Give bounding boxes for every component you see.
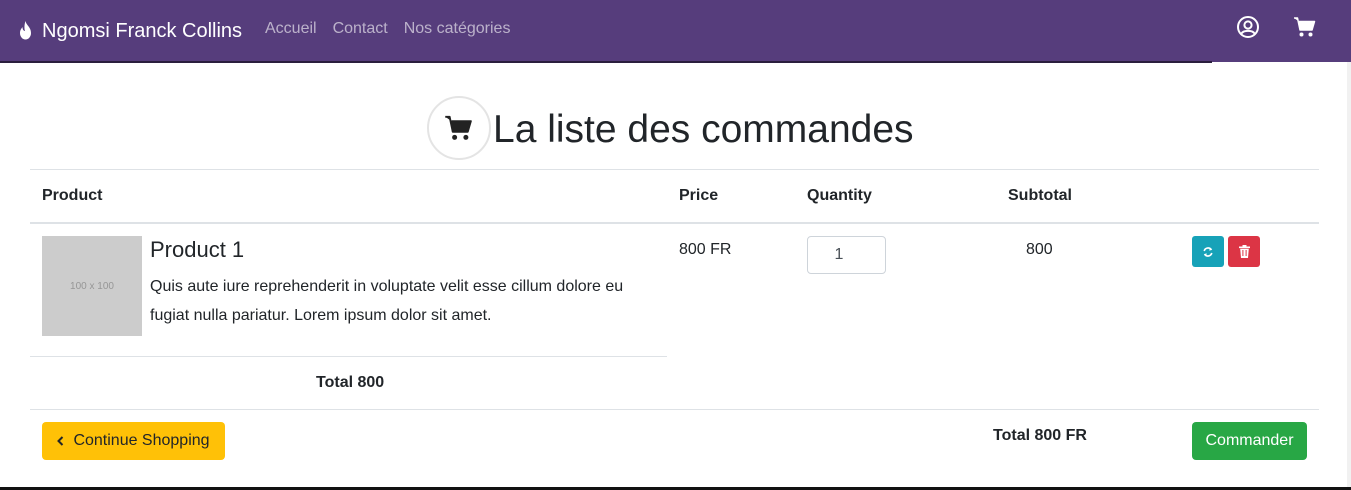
continue-shopping-button[interactable]: Continue Shopping: [42, 422, 225, 460]
product-price: 800 FR: [679, 241, 732, 258]
refresh-button[interactable]: [1192, 236, 1224, 267]
order-button[interactable]: Commander: [1192, 422, 1307, 460]
product-subtotal: 800: [1026, 241, 1053, 258]
flame-icon: [20, 21, 31, 40]
brand[interactable]: Ngomsi Franck Collins: [17, 17, 242, 45]
page-heading: La liste des commandes: [427, 96, 914, 160]
nav-link-categories[interactable]: Nos catégories: [404, 20, 511, 38]
quantity-input[interactable]: [807, 236, 886, 274]
product-name: Product 1: [150, 237, 245, 262]
header-quantity: Quantity: [807, 187, 872, 204]
trash-icon: [1238, 245, 1250, 258]
chevron-left-icon: [57, 436, 64, 446]
product-thumbnail: 100 x 100: [42, 236, 142, 336]
nav-link-accueil[interactable]: Accueil: [265, 20, 317, 38]
cart-badge: [427, 96, 491, 160]
delete-button[interactable]: [1228, 236, 1260, 267]
shopping-cart-icon[interactable]: [1293, 15, 1317, 39]
product-description: Quis aute iure reprehenderit in voluptat…: [150, 278, 624, 324]
page-title: La liste des commandes: [493, 108, 914, 151]
scrollbar-track[interactable]: [1347, 62, 1351, 490]
footer-border: [30, 409, 1319, 410]
row-border: [30, 356, 667, 357]
user-circle-icon[interactable]: [1236, 15, 1260, 39]
refresh-icon: [1203, 246, 1213, 257]
header-price: Price: [679, 187, 719, 204]
table-top-border: [30, 169, 1319, 170]
header-subtotal: Subtotal: [1008, 187, 1072, 204]
brand-name: Ngomsi Franck Collins: [42, 19, 243, 42]
product-total: Total 800: [316, 374, 385, 391]
navbar: Ngomsi Franck Collins Accueil Contact No…: [0, 0, 1351, 62]
header-product: Product: [42, 187, 103, 204]
nav-link-contact[interactable]: Contact: [333, 20, 388, 38]
table-header-border: [30, 222, 1319, 224]
order-total: Total 800 FR: [993, 427, 1087, 444]
shopping-cart-icon: [445, 115, 472, 140]
continue-shopping-label: Continue Shopping: [73, 432, 210, 449]
nav-links: Accueil Contact Nos catégories: [265, 20, 510, 38]
navbar-underline: [0, 61, 1212, 63]
